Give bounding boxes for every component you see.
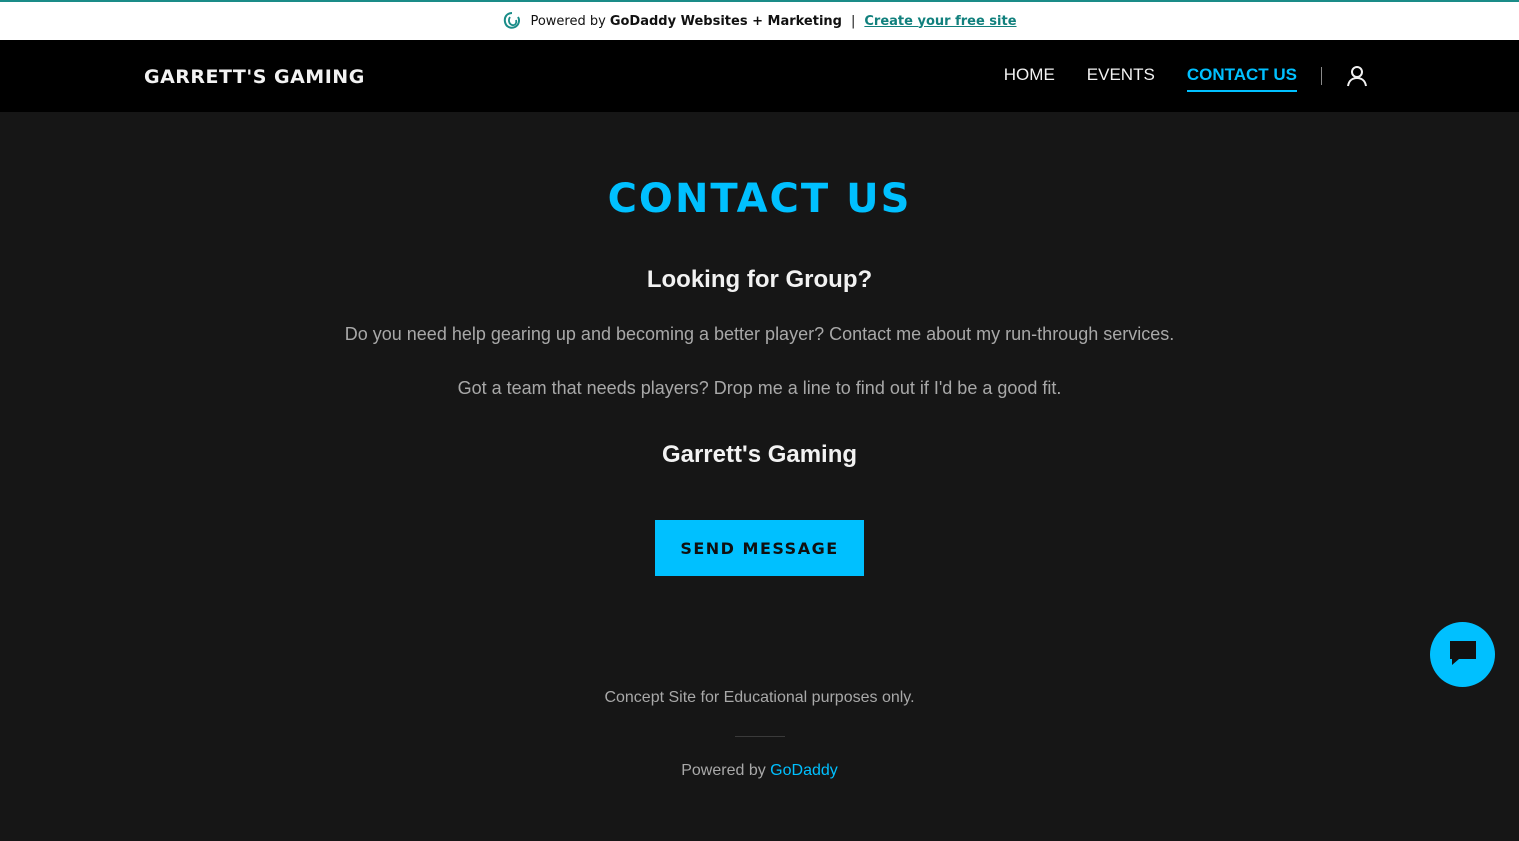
footer-powered-by: Powered by GoDaddy (0, 762, 1519, 780)
section-subheading: Looking for Group? (646, 266, 873, 293)
site-title[interactable]: GARRETT'S GAMING (144, 66, 365, 88)
send-message-button[interactable]: SEND MESSAGE (655, 520, 864, 576)
footer-divider (735, 736, 785, 737)
promo-banner: Powered by GoDaddy Websites + Marketing … (0, 0, 1519, 40)
services-paragraph: Do you need help gearing up and becoming… (344, 324, 1175, 344)
chat-icon (1447, 638, 1479, 672)
footer-note: Concept Site for Educational purposes on… (604, 689, 915, 706)
page-title: CONTACT US (607, 176, 912, 222)
promo-powered-text: Powered by (530, 13, 606, 29)
promo-brand-text: GoDaddy Websites + Marketing (609, 13, 842, 29)
user-icon[interactable] (1346, 65, 1368, 87)
main-nav: HOME EVENTS CONTACT US (972, 40, 1368, 112)
nav-divider (1321, 67, 1322, 85)
nav-contact-us[interactable]: CONTACT US (1186, 65, 1298, 92)
godaddy-logo-icon (502, 11, 522, 31)
godaddy-link[interactable]: GoDaddy (770, 762, 838, 779)
contact-section: CONTACT US Looking for Group? Do you nee… (0, 112, 1519, 841)
nav-events[interactable]: EVENTS (1087, 65, 1155, 87)
business-name: Garrett's Gaming (661, 441, 858, 468)
site-header: GARRETT'S GAMING HOME EVENTS CONTACT US (0, 40, 1519, 112)
footer-powered-prefix: Powered by (681, 762, 766, 779)
chat-button[interactable] (1430, 622, 1495, 687)
promo-separator: | (850, 13, 856, 29)
team-paragraph: Got a team that needs players? Drop me a… (457, 378, 1062, 398)
nav-home[interactable]: HOME (1004, 65, 1055, 87)
create-free-site-link[interactable]: Create your free site (864, 14, 1016, 29)
